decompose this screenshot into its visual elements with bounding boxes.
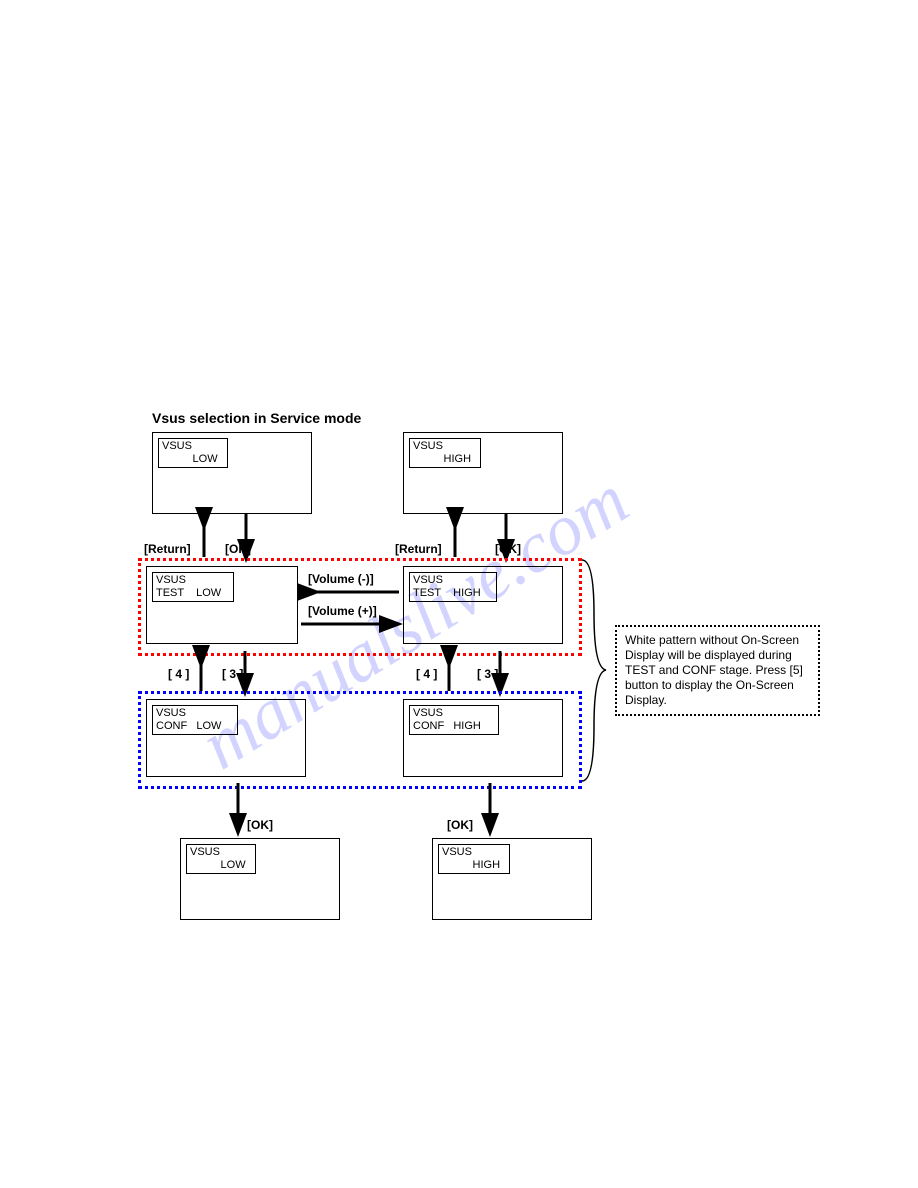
infobox: White pattern without On-Screen Display … <box>615 625 820 716</box>
osd-text: VSUS <box>413 440 443 452</box>
arrow-ok-down-out-right <box>484 783 496 831</box>
osd-top-left: VSUS LOW <box>158 438 228 468</box>
osd-top-right: VSUS HIGH <box>409 438 481 468</box>
osd-text: VSUS <box>162 440 192 452</box>
infobox-text: White pattern without On-Screen Display … <box>625 633 803 707</box>
osd-text: CONF LOW <box>156 720 221 732</box>
osd-text: LOW <box>162 453 218 465</box>
label-volume-plus: [Volume (+)] <box>308 604 377 618</box>
arrow-return-up-left <box>198 513 210 557</box>
osd-test-right: VSUS TEST HIGH <box>409 572 497 602</box>
label-return-2: [Return] <box>395 542 442 556</box>
osd-test-left: VSUS TEST LOW <box>152 572 234 602</box>
osd-text: HIGH <box>413 453 471 465</box>
screen-bot-left: VSUS LOW <box>180 838 340 920</box>
osd-text: HIGH <box>442 859 500 871</box>
screen-test-left: VSUS TEST LOW <box>146 566 298 644</box>
osd-bot-left: VSUS LOW <box>186 844 256 874</box>
brace-icon <box>580 558 610 783</box>
osd-text: VSUS <box>413 707 443 719</box>
screen-conf-left: VSUS CONF LOW <box>146 699 306 777</box>
osd-text: CONF HIGH <box>413 720 481 732</box>
label-ok-2: [OK] <box>495 542 521 556</box>
label-3-left: [ 3 ] <box>222 667 243 681</box>
osd-text: VSUS <box>156 574 186 586</box>
screen-bot-right: VSUS HIGH <box>432 838 592 920</box>
label-volume-minus: [Volume (-)] <box>308 572 374 586</box>
osd-text: VSUS <box>190 846 220 858</box>
arrow-4-up-left <box>195 651 207 691</box>
arrow-volume-plus <box>301 618 399 630</box>
label-ok-3: [OK] <box>247 818 273 832</box>
osd-text: VSUS <box>442 846 472 858</box>
screen-top-right: VSUS HIGH <box>403 432 563 514</box>
arrow-ok-down-out-left <box>232 783 244 831</box>
label-ok-4: [OK] <box>447 818 473 832</box>
screen-test-right: VSUS TEST HIGH <box>403 566 563 644</box>
label-return-1: [Return] <box>144 542 191 556</box>
diagram-title: Vsus selection in Service mode <box>152 410 361 426</box>
osd-text: VSUS <box>413 574 443 586</box>
osd-conf-right: VSUS CONF HIGH <box>409 705 499 735</box>
label-4-right: [ 4 ] <box>416 667 437 681</box>
label-4-left: [ 4 ] <box>168 667 189 681</box>
osd-conf-left: VSUS CONF LOW <box>152 705 238 735</box>
arrow-return-up-right <box>449 513 461 557</box>
label-ok-1: [OK] <box>225 542 251 556</box>
osd-text: TEST HIGH <box>413 587 481 599</box>
screen-top-left: VSUS LOW <box>152 432 312 514</box>
osd-text: LOW <box>190 859 246 871</box>
osd-text: VSUS <box>156 707 186 719</box>
arrow-4-up-right <box>443 651 455 691</box>
osd-text: TEST LOW <box>156 587 221 599</box>
label-3-right: [ 3 ] <box>477 667 498 681</box>
osd-bot-right: VSUS HIGH <box>438 844 510 874</box>
arrow-volume-minus <box>301 586 399 598</box>
screen-conf-right: VSUS CONF HIGH <box>403 699 563 777</box>
